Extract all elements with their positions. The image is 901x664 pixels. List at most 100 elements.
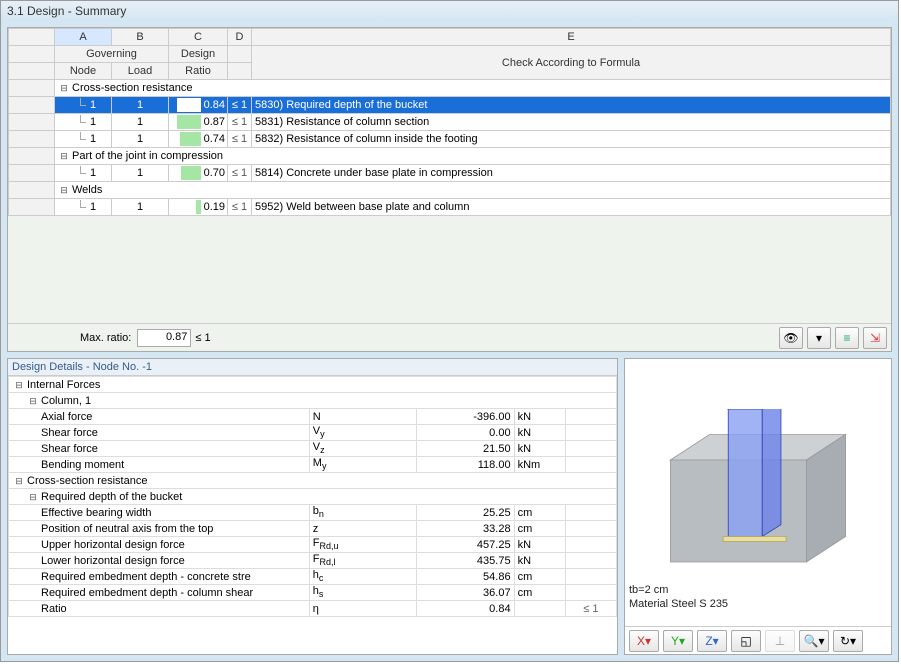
cell-desc[interactable]: 5952) Weld between base plate and column	[252, 199, 891, 216]
details-group[interactable]: Required depth of the bucket	[9, 489, 617, 505]
details-group[interactable]: Column, 1	[9, 393, 617, 409]
details-label: Position of neutral axis from the top	[9, 521, 310, 537]
details-cond	[565, 457, 616, 473]
row-header[interactable]	[9, 114, 55, 131]
zoom-icon[interactable]: 🔍▾	[799, 630, 829, 652]
details-value: 54.86	[417, 569, 514, 585]
details-symbol: Vz	[309, 441, 417, 457]
details-group[interactable]: Internal Forces	[9, 377, 617, 393]
details-label: Upper horizontal design force	[9, 537, 310, 553]
details-symbol: N	[309, 409, 417, 425]
details-value: 36.07	[417, 585, 514, 601]
iso-view-icon[interactable]: ◱	[731, 630, 761, 652]
axis-z-icon[interactable]: Z▾	[697, 630, 727, 652]
cell-ratio[interactable]: 0.19	[169, 199, 228, 216]
cell-node[interactable]: 1	[55, 199, 112, 216]
row-header[interactable]	[9, 97, 55, 114]
details-label: Ratio	[9, 601, 310, 617]
details-value: 21.50	[417, 441, 514, 457]
filter-icon[interactable]: ▾	[807, 327, 831, 349]
details-unit: cm	[514, 521, 565, 537]
row-header[interactable]	[9, 131, 55, 148]
details-grid[interactable]: Internal ForcesColumn, 1Axial force N -3…	[8, 376, 617, 617]
eye-icon[interactable]: 👁	[779, 327, 803, 349]
row-header[interactable]	[9, 199, 55, 216]
cell-cond[interactable]: ≤ 1	[228, 199, 252, 216]
details-unit	[514, 601, 565, 617]
max-ratio-value: 0.87	[137, 329, 191, 347]
cell-node[interactable]: 1	[55, 97, 112, 114]
cell-cond[interactable]: ≤ 1	[228, 131, 252, 148]
col-E[interactable]: E	[252, 29, 891, 46]
cell-load[interactable]: 1	[112, 114, 169, 131]
details-cond	[565, 585, 616, 601]
row-header[interactable]	[9, 80, 55, 97]
cell-ratio[interactable]: 0.84	[169, 97, 228, 114]
cell-load[interactable]: 1	[112, 97, 169, 114]
cell-ratio[interactable]: 0.74	[169, 131, 228, 148]
cell-node[interactable]: 1	[55, 114, 112, 131]
cell-desc[interactable]: 5830) Required depth of the bucket	[252, 97, 891, 114]
details-symbol: hs	[309, 585, 417, 601]
col-B[interactable]: B	[112, 29, 169, 46]
perp-view-icon[interactable]: ⊥	[765, 630, 795, 652]
details-symbol: hc	[309, 569, 417, 585]
details-cond	[565, 409, 616, 425]
details-cond	[565, 521, 616, 537]
details-cond	[565, 505, 616, 521]
window-title: 3.1 Design - Summary	[1, 1, 898, 21]
group-row[interactable]: Part of the joint in compression	[55, 148, 891, 165]
row-header[interactable]	[9, 182, 55, 199]
summary-toolbar: 👁 ▾ ≡ ⇲	[779, 327, 887, 349]
footing-3d-icon	[645, 409, 871, 579]
details-unit: kNm	[514, 457, 565, 473]
axis-x-icon[interactable]: X▾	[629, 630, 659, 652]
details-cond	[565, 553, 616, 569]
cell-node[interactable]: 1	[55, 131, 112, 148]
details-value: -396.00	[417, 409, 514, 425]
details-value: 118.00	[417, 457, 514, 473]
col-A[interactable]: A	[55, 29, 112, 46]
preview-label-2: Material Steel S 235	[629, 598, 728, 610]
hdr-node: Node	[55, 63, 112, 80]
details-value: 457.25	[417, 537, 514, 553]
list-icon[interactable]: ≡	[835, 327, 859, 349]
preview-panel: tb=2 cm Material Steel S 235 X▾ Y▾ Z▾ ◱ …	[624, 358, 892, 655]
preview-toolbar: X▾ Y▾ Z▾ ◱ ⊥ 🔍▾ ↻▾	[625, 626, 891, 654]
group-row[interactable]: Cross-section resistance	[55, 80, 891, 97]
details-title: Design Details - Node No. -1	[8, 359, 617, 376]
details-label: Required embedment depth - concrete stre	[9, 569, 310, 585]
cell-cond[interactable]: ≤ 1	[228, 165, 252, 182]
row-header[interactable]	[9, 165, 55, 182]
cell-load[interactable]: 1	[112, 131, 169, 148]
preview-canvas[interactable]: tb=2 cm Material Steel S 235	[625, 359, 891, 626]
cell-ratio[interactable]: 0.70	[169, 165, 228, 182]
details-label: Required embedment depth - column shear	[9, 585, 310, 601]
summary-grid[interactable]: A B C D E Governing Design Check Accordi…	[8, 28, 891, 216]
row-header-blank	[9, 29, 55, 46]
details-unit: kN	[514, 409, 565, 425]
col-D[interactable]: D	[228, 29, 252, 46]
cell-cond[interactable]: ≤ 1	[228, 97, 252, 114]
details-value: 25.25	[417, 505, 514, 521]
cell-desc[interactable]: 5831) Resistance of column section	[252, 114, 891, 131]
details-symbol: bn	[309, 505, 417, 521]
cell-node[interactable]: 1	[55, 165, 112, 182]
hdr-ratio: Ratio	[169, 63, 228, 80]
cell-load[interactable]: 1	[112, 165, 169, 182]
cell-desc[interactable]: 5832) Resistance of column inside the fo…	[252, 131, 891, 148]
cell-ratio[interactable]: 0.87	[169, 114, 228, 131]
cell-cond[interactable]: ≤ 1	[228, 114, 252, 131]
max-ratio-label: Max. ratio:	[80, 332, 131, 344]
col-C[interactable]: C	[169, 29, 228, 46]
cell-load[interactable]: 1	[112, 199, 169, 216]
row-header[interactable]	[9, 148, 55, 165]
details-symbol: FRd,u	[309, 537, 417, 553]
grid-empty-area	[8, 216, 891, 323]
rotate-icon[interactable]: ↻▾	[833, 630, 863, 652]
details-group[interactable]: Cross-section resistance	[9, 473, 617, 489]
group-row[interactable]: Welds	[55, 182, 891, 199]
export-icon[interactable]: ⇲	[863, 327, 887, 349]
axis-y-icon[interactable]: Y▾	[663, 630, 693, 652]
cell-desc[interactable]: 5814) Concrete under base plate in compr…	[252, 165, 891, 182]
